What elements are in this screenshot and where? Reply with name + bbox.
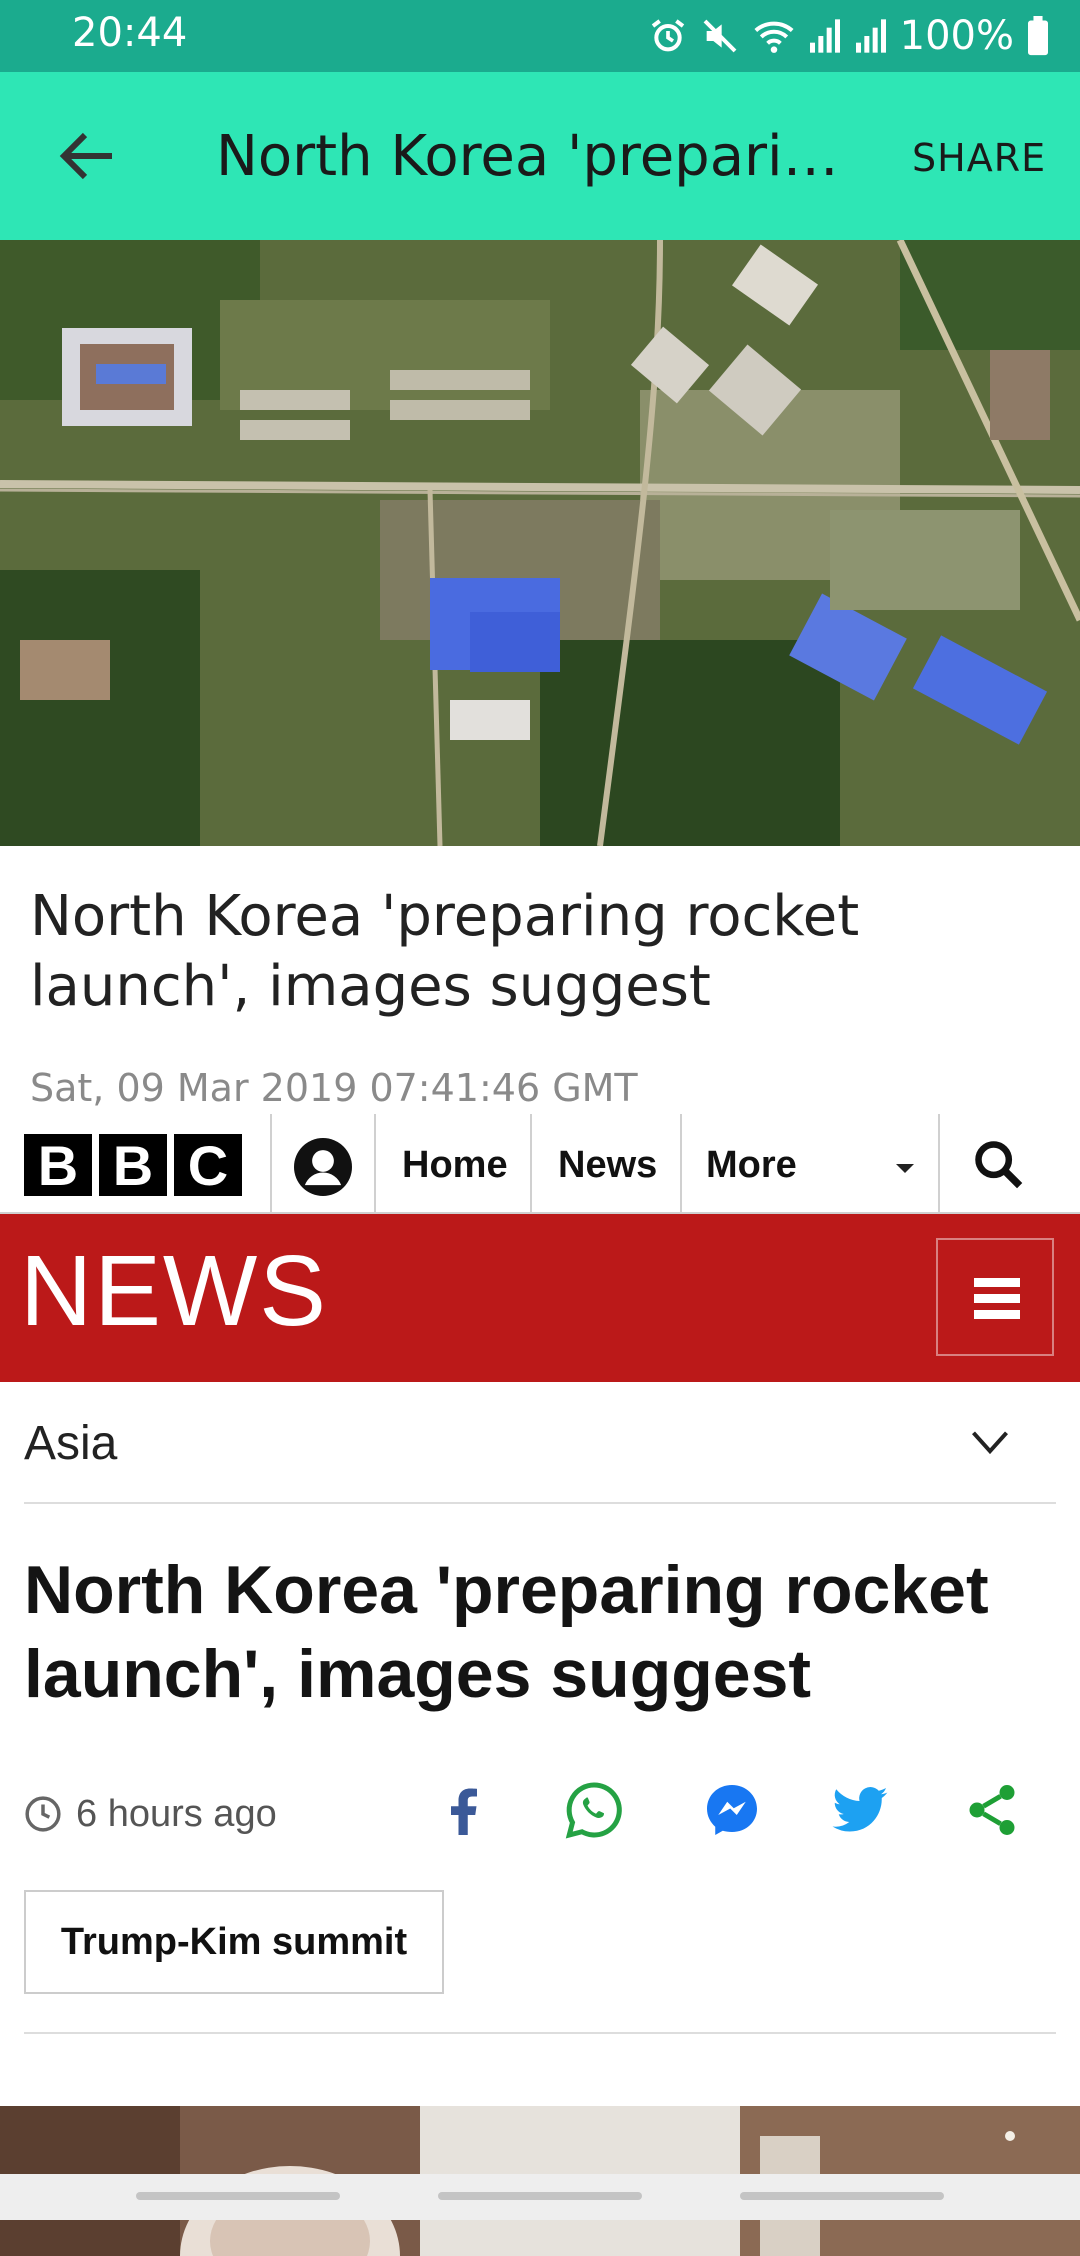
card-title: North Korea 'preparing rocket launch', i… (30, 884, 860, 1019)
divider (24, 2032, 1056, 2034)
gesture-handle[interactable] (136, 2192, 340, 2200)
article-headline: North Korea 'preparing rocket launch', i… (24, 1552, 989, 1712)
hamburger-icon (974, 1278, 1020, 1287)
status-time: 20:44 (72, 10, 188, 56)
wifi-icon (754, 21, 794, 53)
battery-icon (1028, 16, 1048, 56)
hamburger-icon (974, 1310, 1020, 1319)
status-icons: 100% (648, 10, 1050, 62)
card-date: Sat, 09 Mar 2019 07:41:46 GMT (30, 1066, 638, 1110)
article-hero-image (0, 240, 1080, 846)
account-icon[interactable] (294, 1138, 352, 1196)
app-bar: North Korea 'preparing rocket launch', i… (0, 72, 1080, 240)
alarm-icon (651, 19, 684, 52)
signal-icon (855, 19, 886, 53)
share-button[interactable]: SHARE (912, 136, 1046, 180)
status-bar: 20:44 100% (0, 0, 1080, 72)
section-label: Asia (24, 1417, 118, 1470)
article-timestamp: 6 hours ago (24, 1784, 277, 1844)
nav-link-more[interactable]: More (706, 1144, 797, 1187)
nav-divider (938, 1114, 940, 1212)
hamburger-icon (974, 1294, 1020, 1303)
mute-icon (703, 19, 737, 53)
bbc-logo-letter: B (24, 1134, 92, 1197)
whatsapp-icon[interactable] (564, 1780, 624, 1840)
app-bar-title: North Korea 'preparing rocket launch', i… (216, 124, 856, 189)
search-icon[interactable] (972, 1138, 1024, 1190)
menu-button[interactable] (936, 1238, 1054, 1356)
back-arrow-icon[interactable] (52, 120, 124, 192)
bbc-nav-bar: B B C Home News More (0, 1114, 1080, 1215)
gesture-handle[interactable] (740, 2192, 944, 2200)
nav-link-home[interactable]: Home (402, 1144, 508, 1187)
nav-divider (530, 1114, 532, 1212)
signal-icon (809, 19, 840, 53)
clock-icon (25, 1796, 61, 1832)
section-selector[interactable]: Asia (24, 1384, 1056, 1504)
messenger-icon[interactable] (702, 1780, 762, 1840)
time-ago: 6 hours ago (76, 1792, 277, 1835)
bbc-logo-letter: C (174, 1134, 242, 1197)
nav-divider (270, 1114, 272, 1212)
news-banner: NEWS (0, 1214, 1080, 1382)
gesture-nav-bar (0, 2174, 1080, 2220)
nav-divider (374, 1114, 376, 1212)
chevron-down-icon[interactable] (968, 1420, 1012, 1464)
news-wordmark[interactable]: NEWS (20, 1234, 328, 1349)
nav-link-news[interactable]: News (558, 1144, 657, 1187)
topic-tag-button[interactable]: Trump-Kim summit (24, 1890, 444, 1994)
battery-percent: 100% (899, 13, 1014, 59)
twitter-icon[interactable] (830, 1780, 890, 1840)
nav-divider (680, 1114, 682, 1212)
share-icon[interactable] (962, 1780, 1022, 1840)
bbc-logo-letter: B (99, 1134, 167, 1197)
facebook-icon[interactable] (434, 1780, 494, 1840)
bbc-logo[interactable]: B B C (24, 1134, 242, 1197)
caret-down-icon[interactable] (896, 1164, 914, 1173)
gesture-handle[interactable] (438, 2192, 642, 2200)
